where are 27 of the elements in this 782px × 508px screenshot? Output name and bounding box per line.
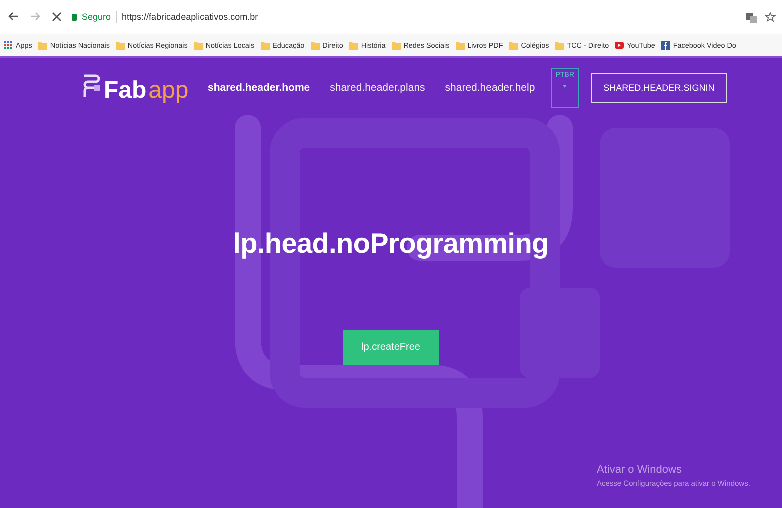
apps-grid-icon <box>4 40 13 50</box>
play-icon <box>615 40 624 50</box>
lock-icon <box>72 14 77 20</box>
folder-icon <box>116 40 125 50</box>
translate-icon[interactable] <box>746 12 757 22</box>
address-url[interactable]: https://fabricadeaplicativos.com.br <box>122 12 258 22</box>
nav-link[interactable]: shared.header.help <box>445 78 536 98</box>
caret-icon <box>563 85 568 88</box>
nav-link[interactable]: shared.header.home <box>208 78 310 98</box>
activation-title: Ativar o Windows <box>597 464 683 476</box>
folder-icon <box>260 40 270 50</box>
folder-icon <box>38 40 48 50</box>
signin-button[interactable]: SHARED.HEADER.SIGNIN <box>591 73 728 103</box>
folder-icon <box>509 40 518 50</box>
folder-icon <box>194 40 203 50</box>
folder-icon <box>310 40 320 50</box>
folder-icon <box>392 40 401 50</box>
logo-text: app <box>148 79 189 103</box>
facebook-icon <box>661 40 670 50</box>
nav-link[interactable]: shared.header.plans <box>330 78 426 98</box>
star-icon[interactable] <box>765 12 776 22</box>
logo-text: Fab <box>104 79 147 103</box>
folder-icon <box>349 40 358 50</box>
hero-title: lp.head.noProgramming <box>233 228 549 260</box>
folder-icon <box>456 40 465 50</box>
folder-icon <box>555 40 564 50</box>
secure-label: Seguro <box>82 12 112 22</box>
